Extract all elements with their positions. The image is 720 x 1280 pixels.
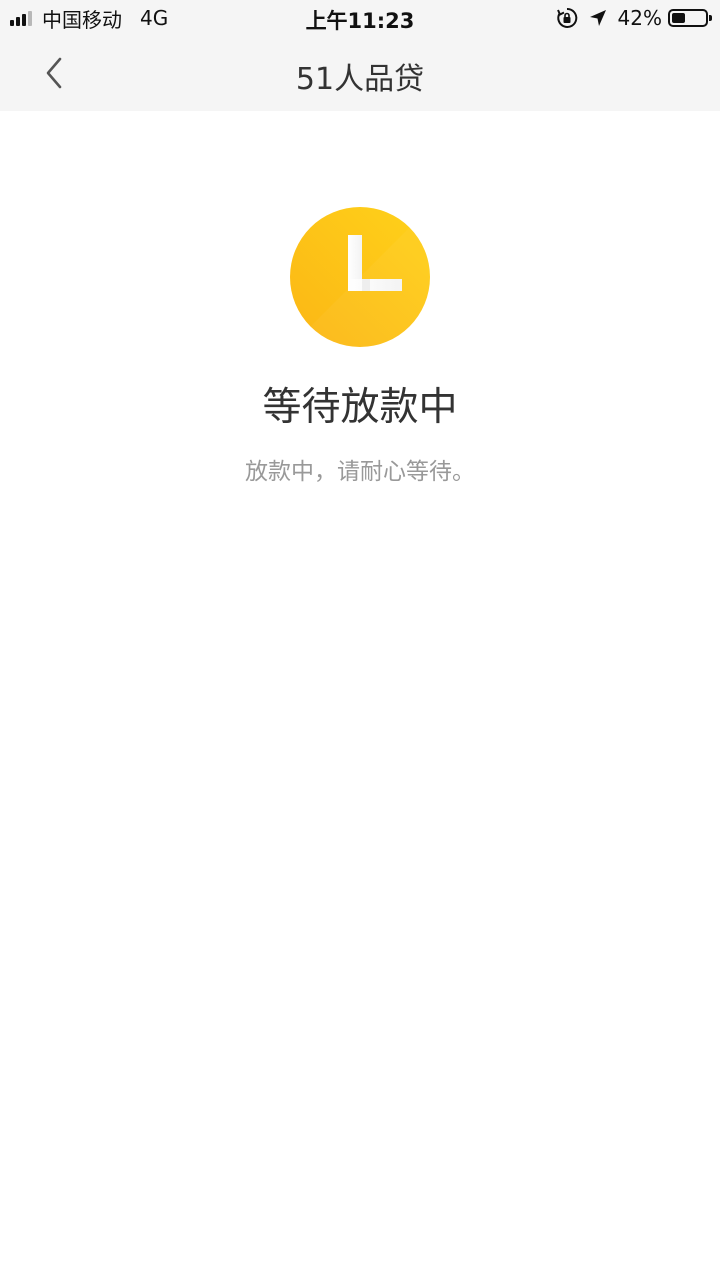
nav-bar: 51人品贷 — [0, 38, 720, 111]
clock-icon — [290, 207, 430, 347]
battery-percent: 42% — [617, 6, 662, 30]
location-arrow-icon — [589, 10, 606, 26]
top-area: 中国移动 4G 上午11:23 42% 51人品贷 — [0, 0, 720, 111]
battery-fill — [672, 13, 685, 23]
page-title: 51人品贷 — [295, 62, 425, 97]
status-bar-right: 42% — [556, 6, 712, 30]
status-description: 放款中，请耐心等待。 — [245, 459, 475, 485]
status-bar: 中国移动 4G 上午11:23 42% — [0, 0, 720, 38]
status-title: 等待放款中 — [262, 385, 458, 430]
orientation-lock-icon — [556, 7, 577, 28]
battery-icon — [668, 9, 712, 27]
